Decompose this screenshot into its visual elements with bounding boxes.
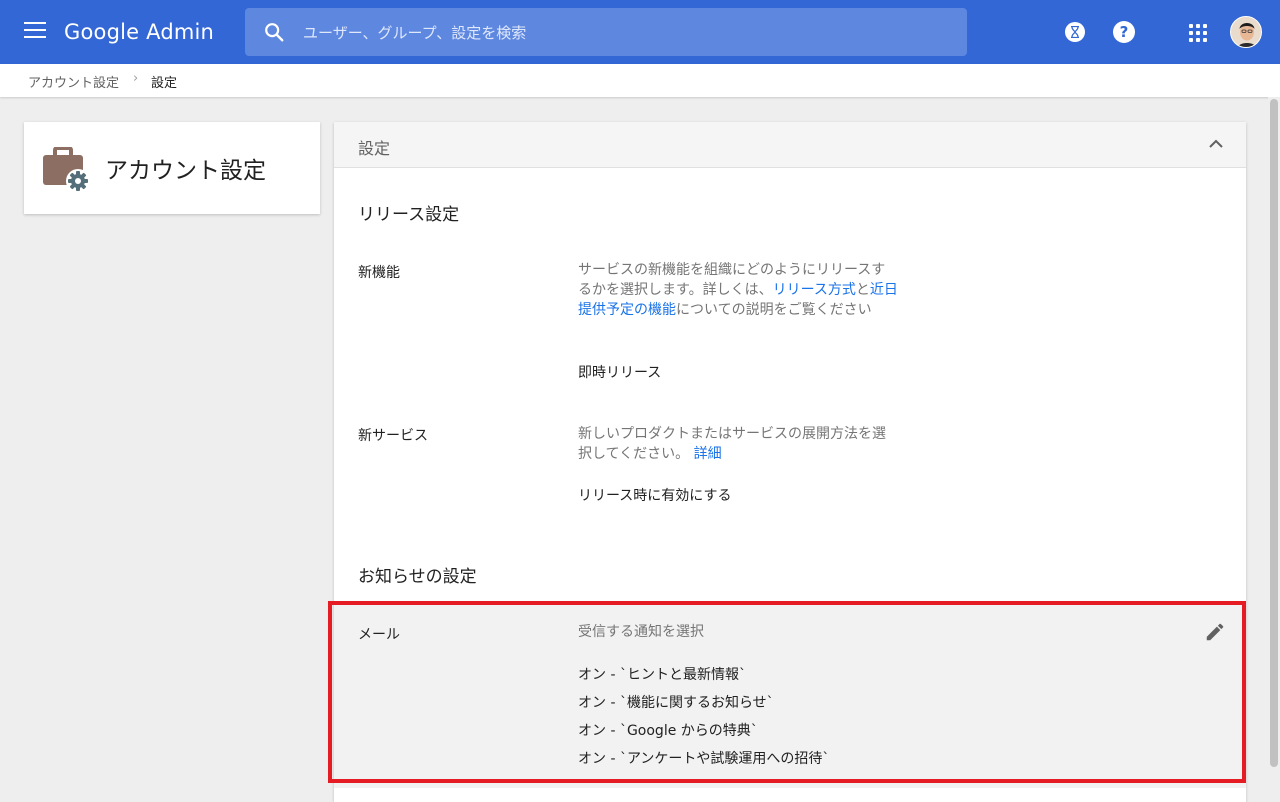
breadcrumb-current: 設定 — [151, 76, 178, 91]
page-scrollbar[interactable] — [1268, 97, 1280, 800]
search-icon — [265, 23, 284, 42]
search-box[interactable]: ユーザー、グループ、設定を検索 — [245, 8, 967, 56]
new-features-value[interactable]: 即時リリース — [578, 362, 661, 382]
help-icon[interactable]: ? — [1113, 21, 1135, 43]
hourglass-icon[interactable] — [1065, 22, 1085, 42]
settings-card-header[interactable]: 設定 — [334, 122, 1246, 168]
release-section-title: リリース設定 — [358, 205, 460, 225]
new-features-label: 新機能 — [358, 265, 400, 281]
apps-grid-icon[interactable] — [1189, 24, 1207, 42]
highlight-box — [328, 601, 1246, 783]
settings-header-title: 設定 — [358, 139, 391, 158]
new-features-description: サービスの新機能を組織にどのようにリリースするかを選択します。詳しくは、リリース… — [578, 262, 898, 318]
chevron-up-icon[interactable] — [1208, 138, 1224, 150]
breadcrumb-separator: › — [133, 71, 139, 86]
scrollbar-thumb[interactable] — [1270, 99, 1278, 767]
details-link[interactable]: 詳細 — [694, 446, 722, 462]
menu-icon[interactable] — [24, 22, 46, 40]
release-methods-link[interactable]: リリース方式 — [773, 282, 856, 298]
service-card: アカウント設定 — [24, 122, 320, 214]
avatar[interactable] — [1230, 16, 1262, 48]
top-app-bar: Google Admin ユーザー、グループ、設定を検索 ? — [0, 0, 1280, 64]
briefcase-gear-icon — [43, 147, 90, 193]
search-placeholder[interactable]: ユーザー、グループ、設定を検索 — [303, 22, 526, 43]
breadcrumb-parent[interactable]: アカウント設定 — [28, 72, 119, 91]
new-services-description: 新しいプロダクトまたはサービスの展開方法を選択してください。 詳細 — [578, 426, 886, 462]
new-services-label: 新サービス — [358, 428, 428, 444]
breadcrumb: アカウント設定 › 設定 — [0, 64, 1280, 97]
notification-section-title: お知らせの設定 — [358, 567, 477, 587]
app-brand[interactable]: Google Admin — [64, 18, 214, 46]
new-services-value[interactable]: リリース時に有効にする — [578, 485, 731, 505]
service-title: アカウント設定 — [105, 158, 266, 184]
